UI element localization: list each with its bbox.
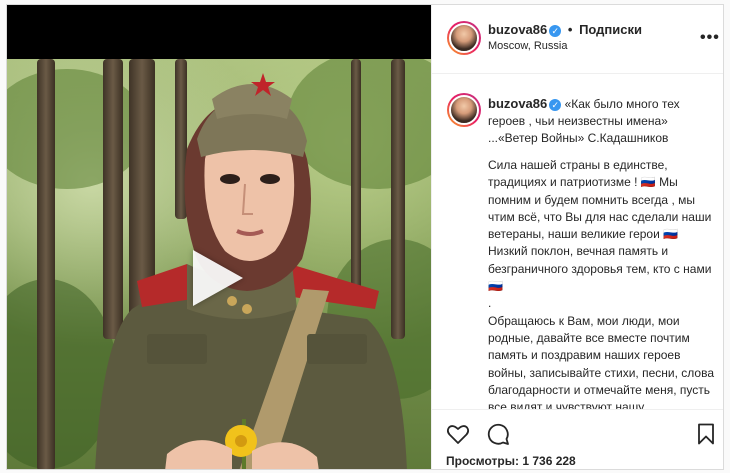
- post-caption: buzova86 ✓ «Как было много тех героев , ч…: [432, 73, 723, 409]
- post-header: buzova86 ✓ • Подписки Moscow, Russia •••: [432, 5, 723, 74]
- follow-status-button[interactable]: Подписки: [579, 22, 642, 37]
- post-video[interactable]: [7, 5, 431, 469]
- location-link[interactable]: Moscow, Russia: [488, 40, 567, 52]
- username-link[interactable]: buzova86: [488, 22, 547, 37]
- bookmark-icon[interactable]: [694, 422, 718, 446]
- heart-icon[interactable]: [446, 422, 470, 446]
- separator-dot: •: [567, 22, 573, 37]
- post-actions: Просмотры: 1 736 228: [432, 409, 723, 469]
- header-line: buzova86 ✓ • Подписки: [488, 22, 642, 37]
- verified-badge-icon: ✓: [549, 24, 562, 37]
- views-count[interactable]: Просмотры: 1 736 228: [446, 454, 576, 468]
- caption-text: Сила нашей страны в единстве, традициях …: [488, 158, 714, 409]
- comment-icon[interactable]: [486, 422, 510, 446]
- caption-intro: buzova86 ✓ «Как было много тех героев , ч…: [488, 95, 720, 147]
- caption-username-link[interactable]: buzova86: [488, 96, 547, 111]
- video-letterbox: [7, 5, 431, 59]
- post-sidebar: buzova86 ✓ • Подписки Moscow, Russia ••• …: [431, 5, 723, 469]
- instagram-post: buzova86 ✓ • Подписки Moscow, Russia ••• …: [6, 4, 724, 470]
- caption-avatar[interactable]: [447, 93, 481, 127]
- play-icon[interactable]: [193, 250, 243, 306]
- more-horizontal-icon[interactable]: •••: [700, 29, 720, 47]
- avatar[interactable]: [447, 21, 481, 55]
- caption-verified-badge-icon: ✓: [549, 98, 562, 111]
